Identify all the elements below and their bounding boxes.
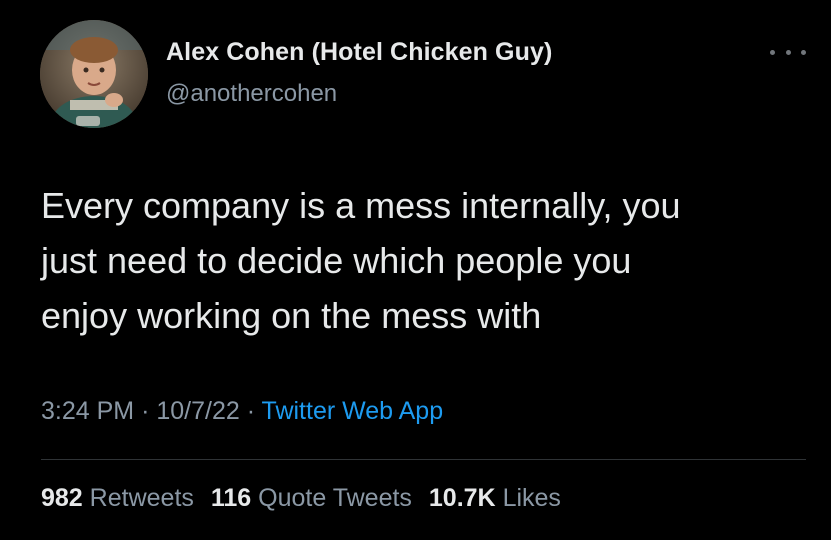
tweet-text-line: enjoy working on the mess with [41, 295, 542, 336]
quote-tweets-count: 116 [210, 484, 252, 512]
retweets-count: 982 [41, 484, 83, 512]
tweet-time[interactable]: 3:24 PM [41, 397, 134, 425]
tweet-card: Alex Cohen (Hotel Chicken Guy) @anotherc… [0, 0, 831, 540]
more-horizontal-icon [785, 49, 791, 55]
author-display-name[interactable]: Alex Cohen (Hotel Chicken Guy) [166, 38, 552, 67]
avatar-photo [40, 20, 148, 128]
likes-count: 10.7K [428, 484, 496, 512]
meta-separator: · [246, 397, 256, 425]
tweet-text-line: just need to decide which people you [41, 240, 632, 281]
divider [41, 459, 806, 460]
more-options-button[interactable] [770, 40, 806, 64]
avatar[interactable] [40, 20, 148, 128]
more-horizontal-icon [770, 49, 775, 55]
author-handle[interactable]: @anothercohen [166, 80, 337, 108]
retweets-stat[interactable]: 982 Retweets [41, 484, 194, 512]
more-horizontal-icon [801, 49, 806, 55]
tweet-metadata: 3:24 PM · 10/7/22 · Twitter Web App [41, 397, 443, 426]
tweet-text-line: Every company is a mess internally, you [41, 185, 681, 226]
meta-separator: · [141, 397, 150, 425]
tweet-source-link[interactable]: Twitter Web App [262, 397, 444, 425]
likes-stat[interactable]: 10.7K Likes [429, 484, 561, 512]
engagement-stats: 982 Retweets 116 Quote Tweets 10.7K Like… [41, 484, 571, 513]
tweet-date[interactable]: 10/7/22 [156, 397, 239, 425]
likes-label: Likes [502, 484, 561, 512]
quote-tweets-label: Quote Tweets [258, 484, 412, 512]
retweets-label: Retweets [89, 484, 194, 512]
quote-tweets-stat[interactable]: 116 Quote Tweets [211, 484, 412, 512]
tweet-text: Every company is a mess internally, you … [41, 178, 821, 343]
